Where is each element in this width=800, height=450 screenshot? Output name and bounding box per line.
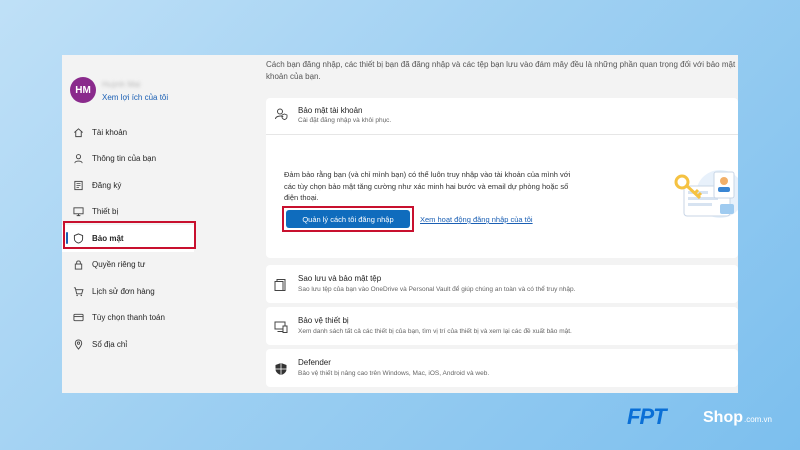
backup-files-card[interactable]: Sao lưu và bảo mật tệp Sao lưu tệp của b… <box>266 265 738 303</box>
sidebar-item-security[interactable]: Bảo mật <box>62 225 194 252</box>
location-icon <box>72 338 84 350</box>
sidebar-item-label: Tài khoản <box>92 127 128 137</box>
home-icon <box>72 126 84 138</box>
view-sign-in-activity-link[interactable]: Xem hoạt động đăng nhập của tôi <box>420 215 533 224</box>
sidebar-item-devices[interactable]: Thiết bị <box>62 199 258 226</box>
profile: HM Huỳnh Mai Xem lợi ích của tôi <box>70 77 260 111</box>
card-desc: Sao lưu tệp của bạn vào OneDrive và Pers… <box>298 286 576 293</box>
profile-name: Huỳnh Mai <box>102 80 141 89</box>
sidebar-nav: Tài khoản Thông tin của bạn Đăng ký Thiế… <box>62 119 258 358</box>
lock-icon <box>72 259 84 271</box>
card-header[interactable]: Bảo mật tài khoản Cài đặt đăng nhập và k… <box>266 98 738 134</box>
subscription-icon <box>72 179 84 191</box>
view-benefits-link[interactable]: Xem lợi ích của tôi <box>102 93 168 102</box>
fpt-shop-logo: FPT Shop .com.vn <box>627 404 797 434</box>
card-desc: Cài đặt đăng nhập và khôi phục. <box>298 117 392 124</box>
device-icon <box>274 320 288 334</box>
sidebar-item-account[interactable]: Tài khoản <box>62 119 258 146</box>
sidebar-item-label: Đăng ký <box>92 180 122 190</box>
sidebar-item-label: Bảo mật <box>92 233 124 243</box>
sidebar-item-order-history[interactable]: Lịch sử đơn hàng <box>62 278 258 305</box>
divider <box>266 134 738 135</box>
sidebar-item-label: Thiết bị <box>92 207 119 217</box>
files-icon <box>274 278 288 292</box>
sidebar-item-label: Thông tin của bạn <box>92 154 157 164</box>
cart-icon <box>72 285 84 297</box>
card-body-text: Đảm bảo rằng bạn (và chỉ mình bạn) có th… <box>284 170 571 202</box>
account-security-card: Bảo mật tài khoản Cài đặt đăng nhập và k… <box>266 98 738 258</box>
card-title: Defender <box>298 358 331 367</box>
card-icon <box>72 312 84 324</box>
sidebar-item-label: Lịch sử đơn hàng <box>92 286 155 296</box>
brand-shop: Shop <box>703 409 743 426</box>
person-icon <box>72 153 84 165</box>
sidebar-item-privacy[interactable]: Quyền riêng tư <box>62 252 258 279</box>
security-illustration <box>670 164 738 228</box>
monitor-icon <box>72 206 84 218</box>
sidebar-item-label: Tùy chọn thanh toán <box>92 313 165 323</box>
sidebar-item-address-book[interactable]: Sổ địa chỉ <box>62 331 258 358</box>
shield-icon <box>72 232 84 244</box>
card-title: Bảo vệ thiết bị <box>298 316 349 325</box>
card-title: Bảo mật tài khoản <box>298 106 363 115</box>
card-desc: Bảo vệ thiết bị nâng cao trên Windows, M… <box>298 370 490 377</box>
defender-card[interactable]: Defender Bảo vệ thiết bị nâng cao trên W… <box>266 349 738 387</box>
sidebar-item-subscriptions[interactable]: Đăng ký <box>62 172 258 199</box>
sidebar-item-label: Quyền riêng tư <box>92 260 146 270</box>
sidebar-item-payment-options[interactable]: Tùy chọn thanh toán <box>62 305 258 332</box>
sidebar: HM Huỳnh Mai Xem lợi ích của tôi Tài kho… <box>62 55 258 393</box>
account-security-icon <box>274 107 288 121</box>
defender-shield-icon <box>274 362 288 376</box>
manage-sign-in-button[interactable]: Quản lý cách tôi đăng nhập <box>286 210 410 228</box>
sidebar-item-label: Sổ địa chỉ <box>92 339 128 349</box>
device-protection-card[interactable]: Bảo vệ thiết bị Xem danh sách tất cả các… <box>266 307 738 345</box>
brand-domain: .com.vn <box>744 415 773 424</box>
avatar[interactable]: HM <box>70 77 96 103</box>
main-content: Cách bạn đăng nhập, các thiết bị bạn đã … <box>258 55 738 393</box>
brand-fpt: FPT <box>627 404 667 429</box>
sidebar-item-your-info[interactable]: Thông tin của bạn <box>62 146 258 173</box>
card-title: Sao lưu và bảo mật tệp <box>298 274 382 283</box>
card-desc: Xem danh sách tất cả các thiết bị của bạ… <box>298 328 572 335</box>
account-window: HM Huỳnh Mai Xem lợi ích của tôi Tài kho… <box>62 55 738 393</box>
intro-text: Cách bạn đăng nhập, các thiết bị bạn đã … <box>266 60 736 81</box>
